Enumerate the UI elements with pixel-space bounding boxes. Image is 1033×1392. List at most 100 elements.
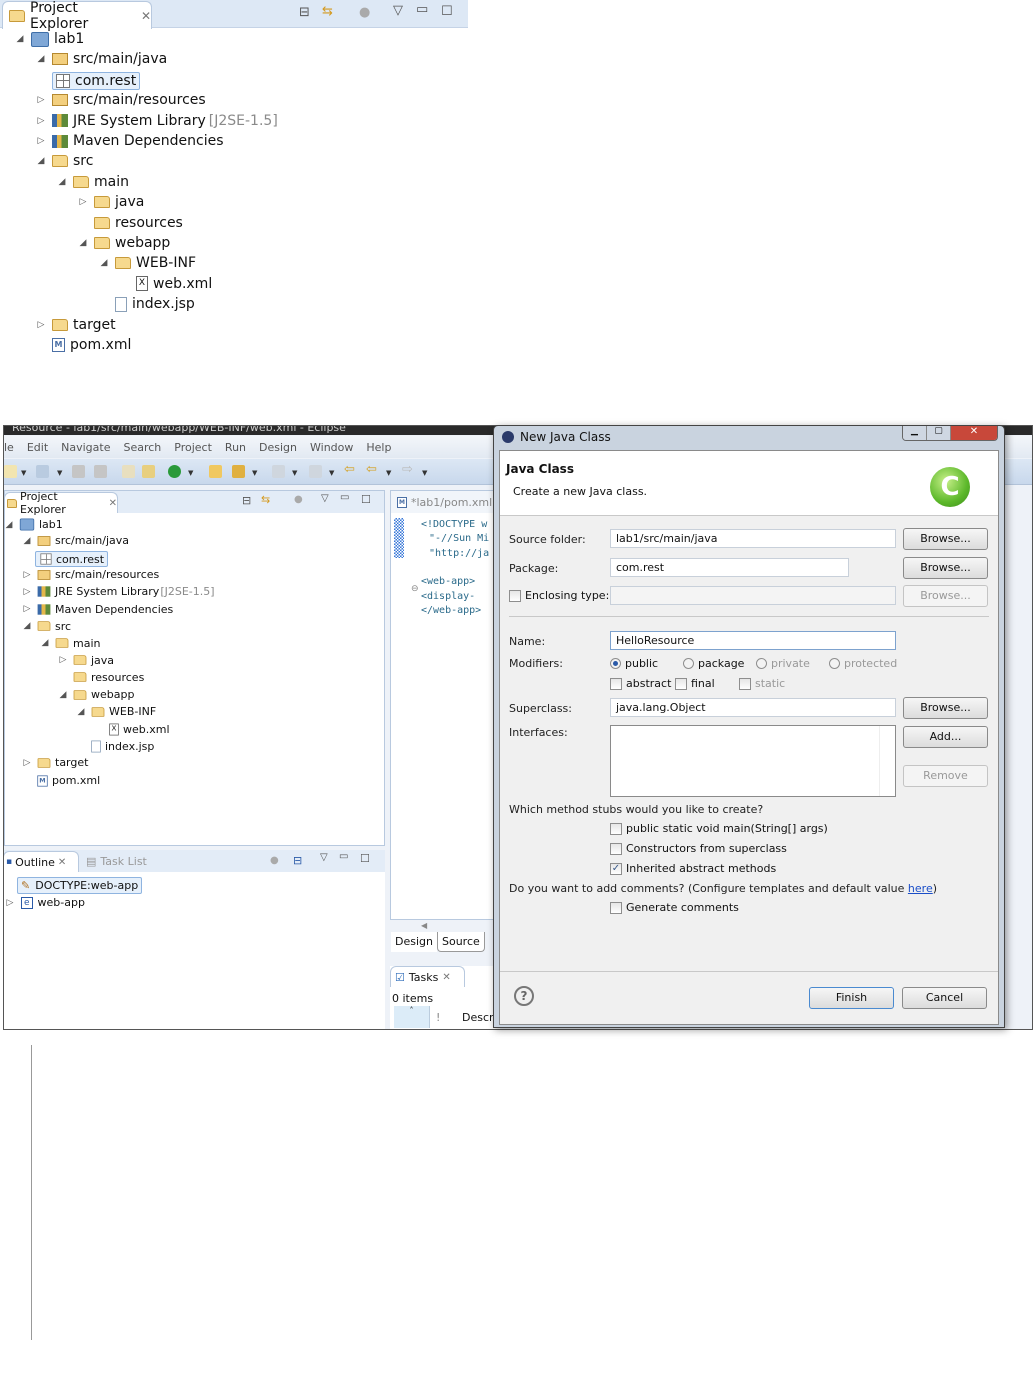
close-icon[interactable]: ✕ [141,9,151,23]
menu-window[interactable]: Window [310,441,353,454]
view-menu-icon[interactable]: ▽ [320,852,328,863]
menu-project[interactable]: Project [174,441,212,454]
dropdown-icon[interactable]: ▼ [57,469,62,477]
tree-item[interactable]: ▷ Maven Dependencies [21,603,174,616]
tree-item[interactable]: ◢ src [21,620,72,633]
menu-help[interactable]: Help [366,441,391,454]
close-icon[interactable]: ✕ [109,498,117,509]
class-name-input[interactable]: HelloResource [610,631,896,650]
menu-edit[interactable]: Edit [27,441,48,454]
finish-button[interactable]: Finish [809,987,894,1009]
collapsed-arrow-icon[interactable]: ▷ [77,197,89,207]
browse-package-button[interactable]: Browse... [903,557,988,579]
open-type-icon[interactable] [122,465,135,478]
maximize-icon[interactable]: ☐ [441,4,453,19]
expanded-arrow-icon[interactable]: ◢ [35,54,47,64]
tree-item[interactable]: index.jsp [98,296,195,312]
expanded-arrow-icon[interactable]: ◢ [39,638,51,648]
dropdown-icon[interactable]: ▼ [386,469,391,477]
outline-item[interactable]: ✎ DOCTYPE:web-app [17,877,143,894]
scrollbar[interactable] [879,726,895,796]
maximize-button[interactable]: ▢ [926,426,950,440]
menu-search[interactable]: Search [123,441,161,454]
collapsed-arrow-icon[interactable]: ▷ [35,136,47,146]
tree-item[interactable]: ◢ lab1 [4,517,63,532]
collapse-all-icon[interactable]: ⊟ [242,494,251,507]
enclosing-type-checkbox[interactable]: Enclosing type: [509,589,609,602]
modifier-final-checkbox[interactable]: final [675,677,715,690]
priority-column-header[interactable]: ! [436,1011,440,1024]
tab-task-list[interactable]: ▤ Task List [86,855,147,868]
expanded-arrow-icon[interactable]: ◢ [21,621,33,631]
forward-icon[interactable]: ⇨ [402,462,413,477]
save-all-icon[interactable] [94,465,107,478]
tree-item[interactable]: ◢ WEB-INF [75,705,157,718]
modifier-static-checkbox[interactable]: static [739,677,785,690]
view-menu-icon[interactable]: ▽ [393,3,403,18]
expanded-arrow-icon[interactable]: ◢ [35,156,47,166]
modifier-public-radio[interactable]: public [610,657,658,670]
tree-item[interactable]: ◢ main [39,637,101,650]
collapsed-arrow-icon[interactable]: ▷ [35,95,47,105]
interfaces-list[interactable] [610,725,896,797]
expanded-arrow-icon[interactable]: ◢ [21,536,33,546]
expanded-arrow-icon[interactable]: ◢ [4,520,15,530]
tree-item[interactable]: com.rest [35,551,109,568]
collapse-all-icon[interactable]: ⊟ [299,5,310,20]
minimize-icon[interactable]: ▭ [416,2,428,17]
view-menu-icon[interactable]: ▽ [321,493,329,504]
tree-item[interactable]: ◢ webapp [57,688,135,701]
remove-interface-button[interactable]: Remove [903,765,988,787]
tree-item[interactable]: resources [77,215,183,231]
tab-pom-xml[interactable]: M *lab1/pom.xml [391,491,499,513]
dropdown-icon[interactable]: ▼ [422,469,427,477]
next-annotation-icon[interactable] [272,465,285,478]
collapsed-arrow-icon[interactable]: ▷ [35,320,47,330]
sort-column-header[interactable]: ˄ [394,1006,430,1028]
menu-design[interactable]: Design [259,441,297,454]
tree-item[interactable]: Mpom.xml [21,774,100,788]
tree-item[interactable]: index.jsp [75,739,154,754]
filter-icon[interactable]: ● [294,494,303,505]
tree-item[interactable]: ◢ lab1 [14,31,85,47]
browse-superclass-button[interactable]: Browse... [903,697,988,719]
scroll-left-icon[interactable]: ◀ [421,921,427,930]
tree-item[interactable]: ◢ WEB-INF [98,255,196,271]
tab-outline[interactable]: ▪ Outline ✕ [4,851,79,872]
tree-item[interactable]: ▷ java [57,654,115,667]
link-with-editor-icon[interactable]: ⇆ [322,4,333,19]
open-resource-icon[interactable] [142,465,155,478]
generate-comments-checkbox[interactable]: Generate comments [610,901,739,914]
tree-item[interactable]: ◢ src/main/java [21,534,129,547]
tree-item[interactable]: ◢ webapp [77,235,171,251]
tab-project-explorer[interactable]: Project Explorer ✕ [4,490,118,516]
tree-item[interactable]: ▷ JRE System Library [J2SE-1.5] [35,113,278,129]
tab-source[interactable]: Source [436,932,485,952]
maximize-icon[interactable]: ☐ [360,852,370,865]
close-button[interactable]: ✕ [950,426,997,440]
tree-item[interactable]: ▷ Maven Dependencies [35,133,224,149]
dropdown-icon[interactable]: ▼ [188,469,193,477]
menu-navigate[interactable]: Navigate [61,441,110,454]
brush-icon[interactable] [232,465,245,478]
modifier-protected-radio[interactable]: protected [829,657,897,670]
modifier-package-radio[interactable]: package [683,657,744,670]
expanded-arrow-icon[interactable]: ◢ [77,238,89,248]
tab-project-explorer[interactable]: Project Explorer ✕ [2,0,152,32]
help-icon[interactable]: ? [514,986,534,1006]
minimize-button[interactable]: ▁ [903,426,926,440]
dropdown-icon[interactable]: ▼ [21,469,26,477]
open-folder-icon[interactable] [209,465,222,478]
collapse-all-icon[interactable]: ⊟ [293,854,302,867]
menu-run[interactable]: Run [225,441,246,454]
collapsed-arrow-icon[interactable]: ▷ [21,570,33,580]
save-icon[interactable] [72,465,85,478]
tree-item[interactable]: Xweb.xml [93,722,170,737]
collapsed-arrow-icon[interactable]: ▷ [57,655,69,665]
expanded-arrow-icon[interactable]: ◢ [56,177,68,187]
dropdown-icon[interactable]: ▼ [292,469,297,477]
filter-icon[interactable]: ● [270,855,279,866]
expanded-arrow-icon[interactable]: ◢ [98,258,110,268]
tree-item[interactable]: ▷ target [35,317,116,333]
run-server-icon[interactable] [168,465,181,478]
